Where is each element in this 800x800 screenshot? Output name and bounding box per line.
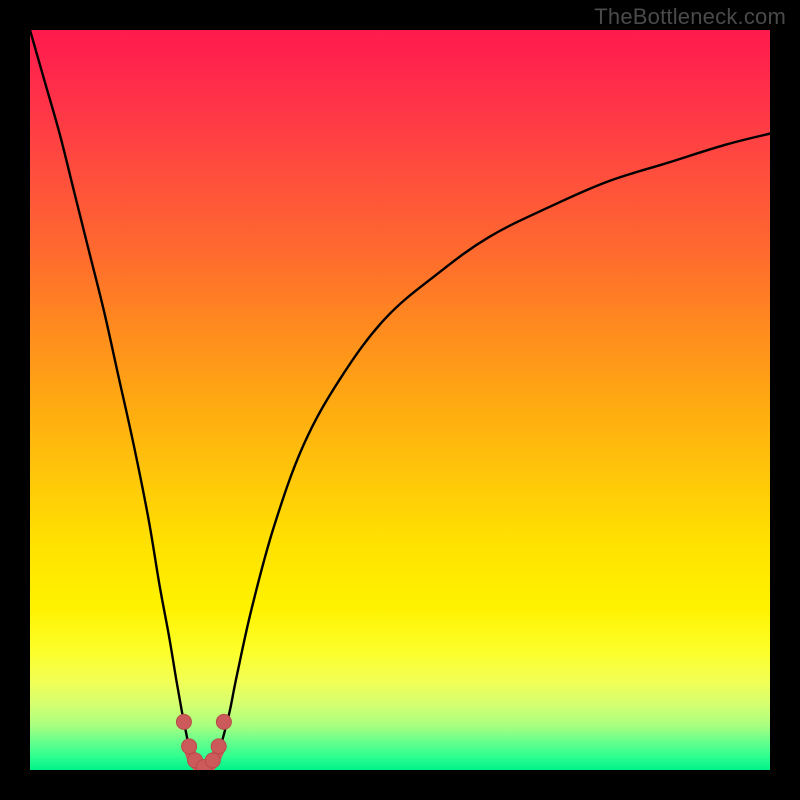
plot-area [30,30,770,770]
watermark-text: TheBottleneck.com [594,4,786,30]
valley-marker-dot [211,739,226,754]
valley-marker-dot [216,714,231,729]
bottleneck-curve [30,30,770,759]
chart-frame: TheBottleneck.com [0,0,800,800]
valley-marker-dot [176,714,191,729]
curve-left-branch [30,30,193,759]
valley-marker-dot [205,753,220,768]
valley-marker-dots [176,714,231,770]
curve-right-branch [215,134,770,759]
curve-layer [30,30,770,770]
valley-marker-dot [182,739,197,754]
